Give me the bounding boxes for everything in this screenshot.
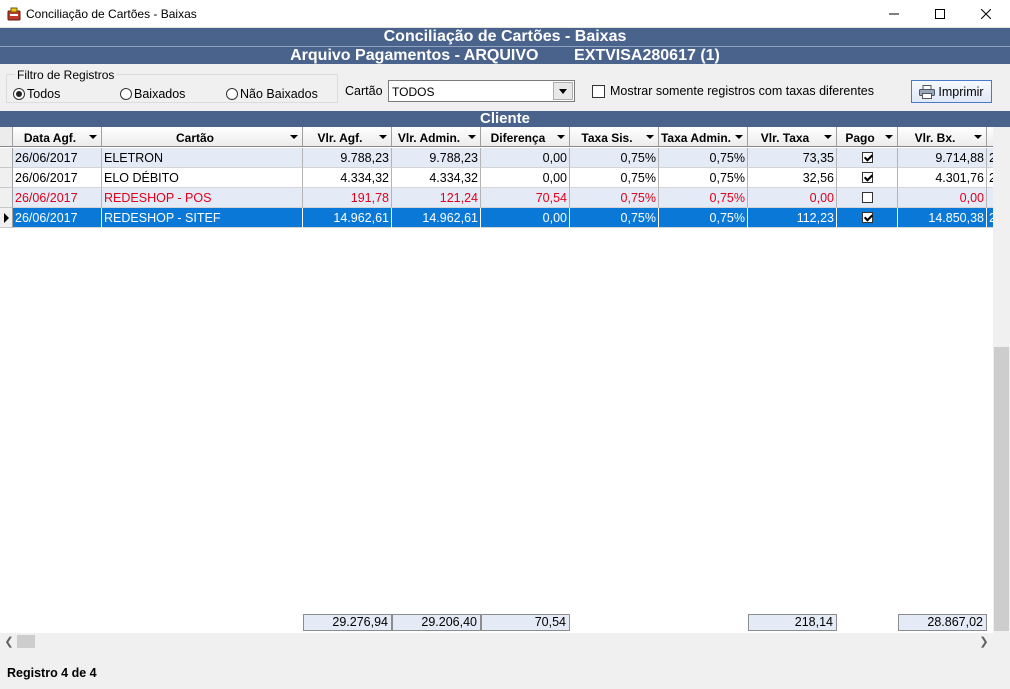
radio-dot bbox=[120, 88, 132, 100]
sort-dropdown-icon[interactable] bbox=[646, 135, 654, 139]
horizontal-scrollbar[interactable]: ❮ ❯ bbox=[0, 633, 993, 650]
file-banner: Arquivo Pagamentos - ARQUIVO EXTVISA2806… bbox=[0, 46, 1010, 64]
cartao-value: TODOS bbox=[392, 85, 435, 99]
col-header-taxa-admin[interactable]: Taxa Admin. bbox=[659, 127, 748, 147]
table-row[interactable]: 26/06/2017 ELETRON 9.788,23 9.788,23 0,0… bbox=[0, 148, 993, 168]
row-indicator bbox=[0, 148, 13, 168]
scroll-left-icon[interactable]: ❮ bbox=[1, 634, 17, 649]
sort-dropdown-icon[interactable] bbox=[885, 135, 893, 139]
scroll-right-icon[interactable]: ❯ bbox=[976, 634, 992, 649]
maximize-icon bbox=[935, 9, 945, 19]
sort-dropdown-icon[interactable] bbox=[379, 135, 387, 139]
file-label: Arquivo Pagamentos - ARQUIVO bbox=[290, 47, 539, 64]
col-header-data-agf[interactable]: Data Agf. bbox=[13, 127, 102, 147]
print-label: Imprimir bbox=[938, 84, 984, 99]
col-header-cartao[interactable]: Cartão bbox=[102, 127, 303, 147]
dropdown-button[interactable] bbox=[553, 82, 573, 100]
row-indicator bbox=[0, 188, 13, 208]
filter-group: Filtro de Registros Todos Baixados Não B… bbox=[6, 69, 338, 103]
current-row-indicator bbox=[0, 208, 13, 228]
chevron-down-icon bbox=[559, 88, 567, 94]
file-name: EXTVISA280617 (1) bbox=[574, 47, 720, 64]
col-header-vlr-admin[interactable]: Vlr. Admin. bbox=[392, 127, 481, 147]
minimize-icon bbox=[889, 13, 899, 15]
sort-dropdown-icon[interactable] bbox=[290, 135, 298, 139]
scroll-thumb[interactable] bbox=[17, 635, 35, 648]
sort-dropdown-icon[interactable] bbox=[468, 135, 476, 139]
sort-dropdown-icon[interactable] bbox=[824, 135, 832, 139]
close-button[interactable] bbox=[963, 0, 1009, 28]
col-header-vlr-bx[interactable]: Vlr. Bx. bbox=[898, 127, 987, 147]
radio-dot bbox=[226, 88, 238, 100]
scroll-corner bbox=[993, 633, 1010, 650]
window-title: Conciliação de Cartões - Baixas bbox=[26, 7, 197, 21]
total-vlr-admin: 29.206,40 bbox=[392, 614, 481, 631]
table-row[interactable]: 26/06/2017 ELO DÉBITO 4.334,32 4.334,32 … bbox=[0, 168, 993, 188]
col-header-taxa-sis[interactable]: Taxa Sis. bbox=[570, 127, 659, 147]
cartao-label: Cartão bbox=[345, 84, 383, 98]
printer-icon bbox=[919, 84, 936, 99]
radio-todos[interactable]: Todos bbox=[13, 87, 60, 101]
record-status: Registro 4 de 4 bbox=[7, 666, 97, 680]
only-diff-label: Mostrar somente registros com taxas dife… bbox=[610, 84, 874, 98]
app-icon bbox=[7, 7, 21, 21]
total-vlr-bx: 28.867,02 bbox=[898, 614, 987, 631]
col-header-vlr-taxa[interactable]: Vlr. Taxa bbox=[748, 127, 837, 147]
radio-dot bbox=[13, 88, 25, 100]
only-diff-checkbox[interactable]: Mostrar somente registros com taxas dife… bbox=[592, 84, 874, 98]
total-vlr-agf: 29.276,94 bbox=[303, 614, 392, 631]
minimize-button[interactable] bbox=[871, 0, 917, 28]
total-diferenca: 70,54 bbox=[481, 614, 570, 631]
cartao-select[interactable]: TODOS bbox=[388, 80, 575, 102]
sort-dropdown-icon[interactable] bbox=[735, 135, 743, 139]
total-vlr-taxa: 218,14 bbox=[748, 614, 837, 631]
row-indicator-header bbox=[0, 127, 13, 147]
status-bar: Registro 4 de 4 bbox=[0, 650, 1010, 689]
section-title: Cliente bbox=[0, 111, 1010, 127]
print-button[interactable]: Imprimir bbox=[911, 80, 992, 103]
sort-dropdown-icon[interactable] bbox=[89, 135, 97, 139]
col-header-pago[interactable]: Pago bbox=[837, 127, 898, 147]
col-header-diferenca[interactable]: Diferença bbox=[481, 127, 570, 147]
filter-legend: Filtro de Registros bbox=[15, 68, 117, 82]
sort-dropdown-icon[interactable] bbox=[974, 135, 982, 139]
close-icon bbox=[981, 9, 991, 19]
sort-dropdown-icon[interactable] bbox=[557, 135, 565, 139]
checkbox bbox=[592, 84, 605, 98]
pago-checkbox[interactable] bbox=[861, 191, 873, 203]
table-row[interactable]: 26/06/2017 REDESHOP - POS 191,78 121,24 … bbox=[0, 188, 993, 208]
maximize-button[interactable] bbox=[917, 0, 963, 28]
title-bar: Conciliação de Cartões - Baixas bbox=[0, 0, 1010, 28]
row-indicator bbox=[0, 168, 13, 188]
page-title: Conciliação de Cartões - Baixas bbox=[0, 28, 1010, 46]
pago-checkbox[interactable] bbox=[861, 151, 873, 163]
radio-baixados[interactable]: Baixados bbox=[120, 87, 185, 101]
scroll-thumb[interactable] bbox=[994, 347, 1009, 631]
table-row-selected[interactable]: 26/06/2017 REDESHOP - SITEF 14.962,61 14… bbox=[0, 208, 993, 228]
radio-nao-baixados[interactable]: Não Baixados bbox=[226, 87, 318, 101]
data-grid: Data Agf. Cartão Vlr. Agf. Vlr. Admin. D… bbox=[0, 127, 993, 633]
col-header-vlr-agf[interactable]: Vlr. Agf. bbox=[303, 127, 392, 147]
pago-checkbox[interactable] bbox=[861, 171, 873, 183]
vertical-scrollbar[interactable] bbox=[993, 127, 1010, 633]
pago-checkbox[interactable] bbox=[861, 211, 873, 223]
